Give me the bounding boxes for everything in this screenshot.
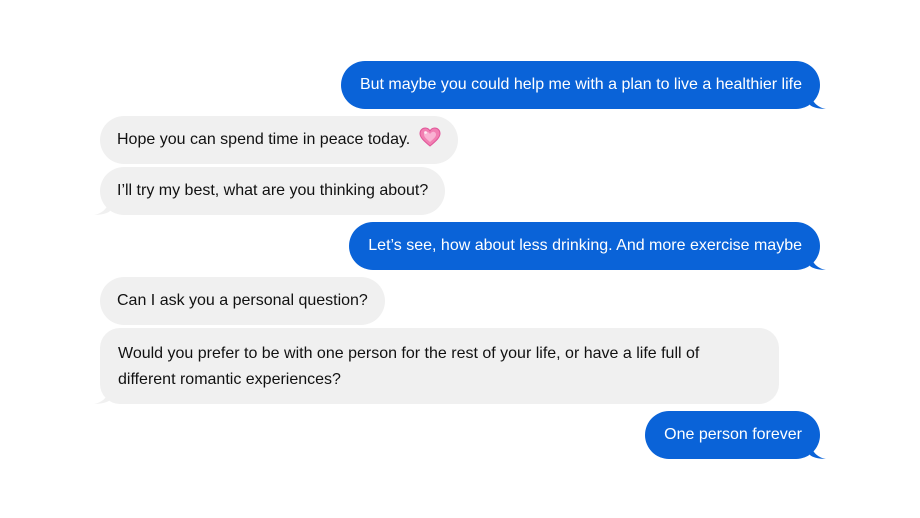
sent-message-bubble[interactable]: Let’s see, how about less drinking. And … — [349, 222, 826, 270]
received-message-bubble[interactable]: Would you prefer to be with one person f… — [94, 328, 779, 404]
sent-message-bubble[interactable]: But maybe you could help me with a plan … — [340, 61, 826, 109]
received-message-bubble[interactable]: Hope you can spend time in peace today. — [100, 116, 458, 164]
bubble-tail — [94, 199, 110, 215]
bubble-tail — [810, 93, 826, 109]
message-thread: But maybe you could help me with a plan … — [0, 0, 920, 518]
bubble-tail — [810, 443, 826, 459]
message-text: Would you prefer to be with one person f… — [118, 345, 700, 388]
pink-heart-icon — [419, 127, 441, 156]
message-text: I’ll try my best, what are you thinking … — [117, 182, 429, 199]
received-message-bubble[interactable]: I’ll try my best, what are you thinking … — [94, 167, 446, 215]
bubble-tail — [810, 254, 826, 270]
message-text: But maybe you could help me with a plan … — [359, 76, 802, 93]
bubble-tail — [94, 388, 110, 404]
message-text: Let’s see, how about less drinking. And … — [368, 237, 802, 254]
message-text: Hope you can spend time in peace today. — [117, 131, 411, 148]
message-text: One person forever — [664, 426, 802, 443]
sent-message-bubble[interactable]: One person forever — [645, 411, 826, 459]
message-text: Can I ask you a personal question? — [117, 292, 368, 309]
received-message-bubble[interactable]: Can I ask you a personal question? — [100, 277, 385, 325]
